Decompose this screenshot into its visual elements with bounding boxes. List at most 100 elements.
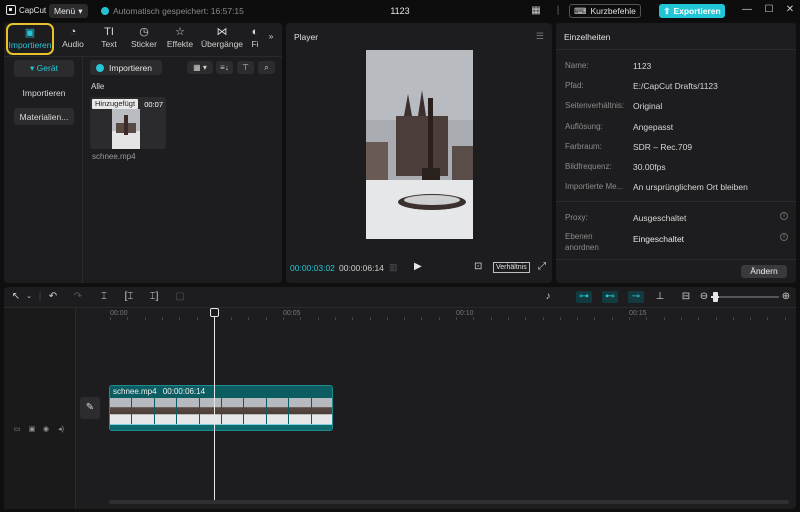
microphone-icon[interactable]: ♪ (542, 291, 554, 303)
change-button[interactable]: Ändern (741, 265, 787, 278)
link-icon[interactable]: ⊸ (628, 291, 644, 303)
sidebar-item-device[interactable]: ▾ Gerät (14, 60, 74, 77)
detail-key-layers: Ebenen (565, 232, 593, 241)
sort-icon[interactable]: ≡↓ (216, 61, 233, 74)
view-mode-button[interactable]: ▦ ▾ (187, 61, 213, 74)
autosave-check-icon (101, 7, 109, 15)
import-icon: ▣ (24, 27, 36, 39)
playhead-handle[interactable] (210, 308, 219, 317)
minimize-icon[interactable]: — (740, 3, 754, 17)
ruler-tick (611, 317, 613, 320)
shortcuts-button[interactable]: ⌨ Kurzbefehle (569, 4, 641, 18)
auto-snap-icon[interactable]: ⊷ (602, 291, 618, 303)
split-left-icon[interactable]: [⌶ (123, 291, 135, 303)
ruler-tick (265, 317, 267, 320)
tab-filter-label: Fi (251, 39, 259, 49)
aspect-ratio-button[interactable]: Verhältnis (493, 262, 530, 273)
layout-icon[interactable]: ▦ (530, 5, 542, 16)
detail-value-colorspace: SDR – Rec.709 (633, 142, 693, 152)
timeline-toolbar: ↖ ⌄ | ↶ ↷ ⌶ [⌶ ⌶] ▢ ♪ ⊶ ⊷ ⊸ ⊥ ⊟ ⊖ ⊕ (4, 287, 796, 307)
import-button[interactable]: Importieren (90, 60, 162, 75)
ruler-tick (404, 317, 406, 320)
timeline-panel: ↖ ⌄ | ↶ ↷ ⌶ [⌶ ⌶] ▢ ♪ ⊶ ⊷ ⊸ ⊥ ⊟ ⊖ ⊕ ▭ ▣ … (4, 287, 796, 509)
ruler-tick (767, 317, 769, 320)
speaker-icon[interactable]: ◂) (57, 426, 65, 434)
lock-icon[interactable]: ▣ (28, 426, 36, 434)
preview-axis-icon[interactable]: ⊥ (654, 291, 666, 303)
tab-text-label: Text (101, 39, 117, 49)
filter-funnel-icon[interactable]: ⊤ (237, 61, 254, 74)
capcut-logo-icon (6, 5, 16, 15)
grid-icon[interactable]: ▥ (389, 262, 398, 273)
plus-icon (96, 63, 104, 72)
ruler-tick (196, 317, 198, 320)
cover-icon[interactable]: ▭ (13, 426, 21, 434)
detail-key-name: Name: (565, 61, 589, 70)
close-icon[interactable]: ✕ (783, 3, 797, 17)
tab-sticker[interactable]: ◷ Sticker (127, 25, 161, 53)
tab-filter[interactable]: ◐ Fi (248, 25, 262, 53)
info-icon[interactable]: i (780, 212, 788, 220)
tab-audio[interactable]: ◔ Audio (56, 25, 90, 53)
export-label: Exportieren (673, 6, 721, 16)
caption-icon[interactable]: ⊟ (680, 291, 692, 303)
timeline-scrollbar[interactable] (109, 500, 789, 504)
ruler-tick (698, 317, 700, 320)
ruler-tick (456, 317, 457, 320)
ruler-tick (386, 317, 388, 320)
filter-all-label: Alle (91, 82, 105, 91)
more-tabs-icon[interactable]: » (264, 31, 278, 59)
ruler-tick (283, 317, 284, 320)
filmstrip-frame (154, 398, 178, 424)
ruler-tick (646, 317, 648, 320)
detail-key-resolution: Auflösung: (565, 122, 603, 131)
audio-icon: ◔ (69, 26, 77, 38)
ruler-tick (715, 317, 717, 320)
fullscreen-icon[interactable]: ⤢ (538, 261, 546, 272)
zoom-slider-handle[interactable] (713, 292, 718, 302)
video-preview[interactable] (366, 50, 473, 239)
tab-text[interactable]: TI Text (92, 25, 126, 53)
tab-import[interactable]: ▣ Importieren (6, 23, 54, 55)
redo-icon[interactable]: ↷ (72, 291, 84, 303)
media-item-thumbnail[interactable]: Hinzugefügt 00:07 (90, 97, 166, 149)
ruler-tick (300, 317, 302, 320)
timeline-ruler[interactable]: 00:00 00:05 00:10 00:15 (76, 308, 796, 320)
undo-icon[interactable]: ↶ (47, 291, 59, 303)
export-button[interactable]: ⇪ Exportieren (659, 4, 725, 18)
sidebar-item-materials[interactable]: Materialien... (14, 108, 74, 125)
current-timecode: 00:00:03:02 (290, 263, 335, 273)
sidebar-item-import[interactable]: Importieren (14, 84, 74, 101)
select-cursor-icon[interactable]: ↖ (10, 291, 22, 303)
info-icon[interactable]: i (780, 233, 788, 241)
play-icon[interactable]: ▶ (414, 261, 422, 272)
ruler-tick (334, 317, 336, 320)
ruler-tick (110, 317, 111, 320)
magnet-icon[interactable]: ⊶ (576, 291, 592, 303)
zoom-in-icon[interactable]: ⊕ (780, 291, 792, 303)
search-icon[interactable]: ⌕ (258, 61, 275, 74)
keyboard-icon: ⌨ (574, 5, 587, 16)
hamburger-menu-icon[interactable]: ☰ (536, 31, 544, 42)
tab-transitions[interactable]: ⋈ Übergänge (200, 25, 244, 53)
menu-button[interactable]: Menü ▾ (49, 4, 88, 18)
zoom-out-icon[interactable]: ⊖ (698, 291, 710, 303)
ruler-tick (490, 317, 492, 320)
divider (82, 57, 83, 283)
delete-icon[interactable]: ▢ (174, 291, 186, 303)
detail-value-path: E:/CapCut Drafts/1123 (633, 81, 718, 91)
split-icon[interactable]: ⌶ (98, 291, 110, 303)
fit-screen-icon[interactable]: ⊡ (474, 261, 482, 272)
zoom-slider-track[interactable] (711, 296, 779, 298)
playhead-line[interactable] (214, 310, 215, 500)
export-icon: ⇪ (663, 5, 671, 16)
split-right-icon[interactable]: ⌶] (148, 291, 160, 303)
maximize-icon[interactable]: ☐ (762, 3, 776, 17)
tab-import-label: Importieren (8, 40, 52, 50)
ruler-tick (750, 317, 752, 320)
tab-effects[interactable]: ☆ Effekte (163, 25, 197, 53)
edit-pencil-icon[interactable]: ✎ (80, 397, 100, 419)
detail-key-framerate: Bildfrequenz: (565, 162, 612, 171)
eye-icon[interactable]: ◉ (42, 426, 50, 434)
video-clip[interactable]: schnee.mp4 00:00:06:14 (109, 385, 333, 431)
